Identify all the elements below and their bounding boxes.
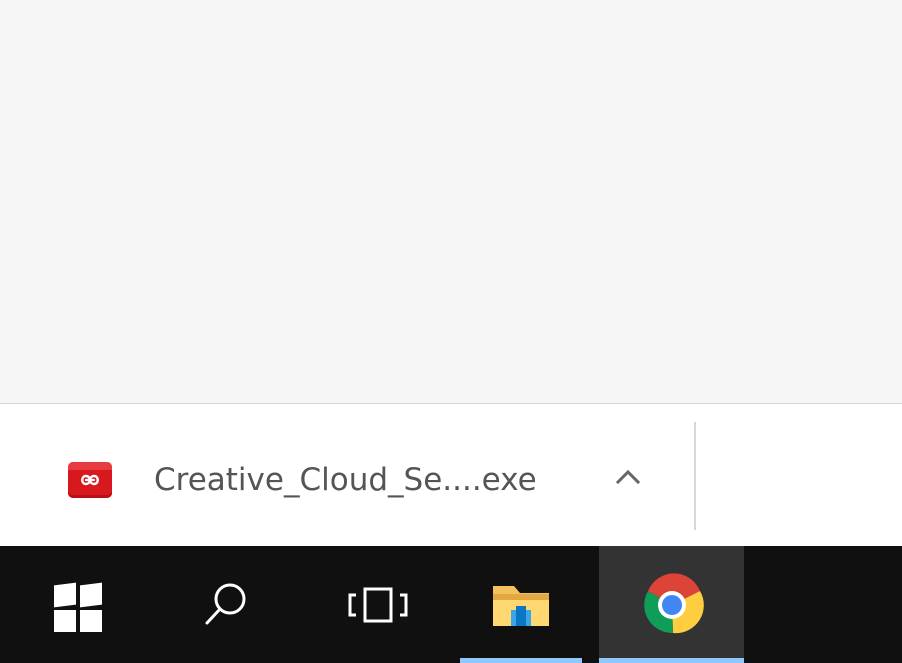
start-button[interactable] — [0, 546, 156, 663]
folder-icon — [493, 585, 549, 626]
chrome-icon — [643, 572, 704, 633]
google-chrome-active-indicator — [599, 658, 744, 663]
windows-taskbar — [0, 546, 902, 663]
download-options-button[interactable] — [607, 456, 649, 498]
download-item[interactable]: Creative_Cloud_Se....exe — [48, 438, 664, 522]
download-filename: Creative_Cloud_Se....exe — [154, 462, 537, 498]
search-button[interactable] — [156, 546, 296, 663]
task-view-icon — [348, 587, 408, 622]
download-shelf: Creative_Cloud_Se....exe — [0, 404, 902, 546]
file-explorer-active-indicator — [460, 658, 582, 663]
browser-page-area — [0, 0, 902, 404]
chevron-up-icon — [615, 469, 641, 485]
google-chrome-button[interactable] — [599, 546, 744, 663]
adobe-creative-cloud-icon — [68, 462, 112, 498]
task-view-button[interactable] — [296, 546, 460, 663]
file-explorer-button[interactable] — [460, 546, 582, 663]
download-shelf-divider — [694, 422, 696, 530]
search-icon — [205, 583, 246, 624]
windows-logo-icon — [54, 582, 102, 632]
browser-window: Creative_Cloud_Se....exe — [0, 0, 902, 663]
